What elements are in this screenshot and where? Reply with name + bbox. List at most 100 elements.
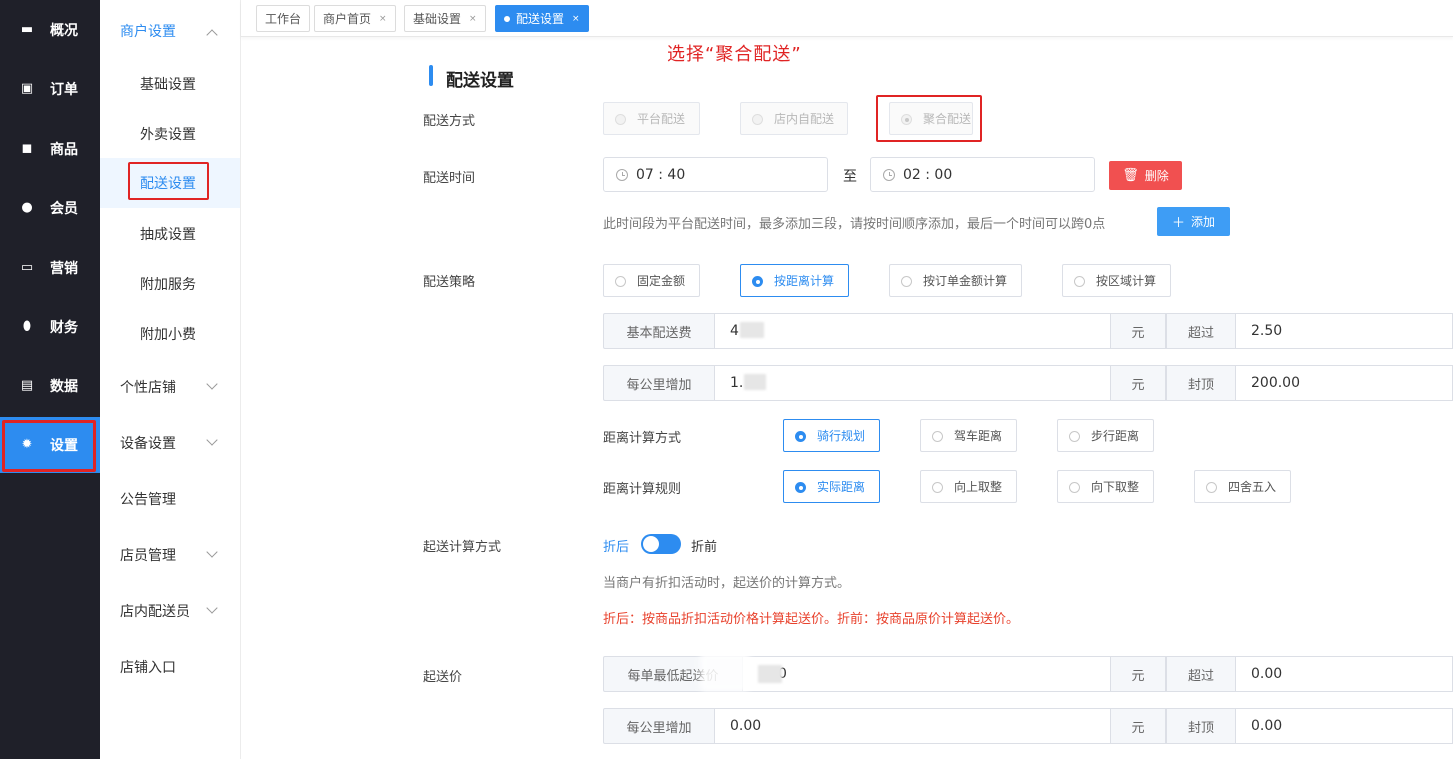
radio-circle bbox=[615, 276, 626, 287]
radio-circle bbox=[1069, 431, 1080, 442]
radio-circle bbox=[932, 431, 943, 442]
submenu-item-label: 附加小费 bbox=[140, 327, 196, 343]
nav-item-marketing[interactable]: ▭ 营销 bbox=[0, 240, 100, 296]
submenu-group-courier[interactable]: 店内配送员 bbox=[100, 583, 240, 639]
radio-by-region[interactable]: 按区域计算 bbox=[1062, 264, 1171, 297]
ticket-icon: ▭ bbox=[20, 260, 34, 275]
submenu-item-extra-service[interactable]: 附加服务 bbox=[100, 259, 240, 309]
clock-icon bbox=[883, 169, 895, 181]
chevron-down-icon bbox=[206, 602, 218, 614]
radio-platform-delivery[interactable]: 平台配送 bbox=[603, 102, 700, 135]
radio-circle bbox=[932, 482, 943, 493]
annotation-highlight-box bbox=[876, 95, 982, 142]
end-time-picker[interactable]: 02 : 00 bbox=[870, 157, 1095, 192]
submenu-item-label: 配送设置 bbox=[140, 176, 196, 192]
strategy-label: 配送策略 bbox=[423, 275, 476, 290]
min-price-over-input[interactable]: 0.00 bbox=[1235, 656, 1453, 692]
radio-label: 驾车距离 bbox=[954, 429, 1003, 443]
submenu-group-label: 店内配送员 bbox=[120, 604, 190, 620]
radio-by-distance[interactable]: 按距离计算 bbox=[740, 264, 849, 297]
distance-method-label: 距离计算方式 bbox=[603, 431, 682, 446]
discount-toggle[interactable] bbox=[641, 534, 681, 554]
nav-item-finance[interactable]: ⬮ 财务 bbox=[0, 299, 100, 355]
trash-icon: 🗑 bbox=[1122, 168, 1139, 183]
close-icon[interactable]: × bbox=[379, 14, 387, 24]
per-km-input[interactable]: 1. bbox=[714, 365, 1111, 401]
per-km-cap-input[interactable]: 200.00 bbox=[1235, 365, 1453, 401]
radio-circle bbox=[1069, 482, 1080, 493]
add-time-button[interactable]: ＋ 添加 bbox=[1157, 207, 1230, 236]
radio-label: 向下取整 bbox=[1091, 480, 1140, 494]
radio-circle bbox=[752, 114, 763, 125]
base-fee-input[interactable]: 4 bbox=[714, 313, 1111, 349]
distance-rule-label: 距离计算规则 bbox=[603, 482, 682, 497]
bag-icon: ◼ bbox=[21, 141, 33, 156]
tab-label: 基础设置 bbox=[413, 12, 462, 26]
radio-circle bbox=[752, 276, 763, 287]
submenu-group-store-custom[interactable]: 个性店铺 bbox=[100, 359, 240, 415]
base-fee-over-value: 2.50 bbox=[1251, 323, 1283, 339]
submenu-item-notice[interactable]: 公告管理 bbox=[100, 471, 240, 527]
submenu-item-store-entry[interactable]: 店铺入口 bbox=[100, 639, 240, 695]
radio-self-delivery[interactable]: 店内自配送 bbox=[740, 102, 848, 135]
radio-circle bbox=[901, 276, 912, 287]
min-price-input[interactable]: 0 bbox=[742, 656, 1111, 692]
section-title: 配送设置 bbox=[446, 71, 514, 91]
nav-item-label: 订单 bbox=[50, 82, 78, 98]
submenu-group-staff[interactable]: 店员管理 bbox=[100, 527, 240, 583]
submenu-item-commission[interactable]: 抽成设置 bbox=[100, 209, 240, 259]
submenu-group-device[interactable]: 设备设置 bbox=[100, 415, 240, 471]
radio-walking-distance[interactable]: 步行距离 bbox=[1057, 419, 1154, 452]
order-icon: ▣ bbox=[20, 81, 34, 96]
min-price-over-label: 超过 bbox=[1166, 656, 1236, 692]
submenu-item-extra-tip[interactable]: 附加小费 bbox=[100, 309, 240, 359]
radio-actual-distance[interactable]: 实际距离 bbox=[783, 470, 880, 503]
base-fee-prefix: 基本配送费 bbox=[603, 313, 715, 349]
nav-item-settings[interactable]: ✹ 设置 bbox=[0, 417, 100, 473]
submenu-item-basic[interactable]: 基础设置 bbox=[100, 59, 240, 109]
nav-item-overview[interactable]: ▬ 概况 bbox=[0, 2, 100, 58]
base-fee-value: 4 bbox=[730, 323, 739, 339]
submenu-item-label: 抽成设置 bbox=[140, 227, 196, 243]
base-fee-over-input[interactable]: 2.50 bbox=[1235, 313, 1453, 349]
close-icon[interactable]: × bbox=[469, 14, 477, 24]
tab-workbench[interactable]: 工作台 bbox=[256, 5, 311, 32]
nav-item-orders[interactable]: ▣ 订单 bbox=[0, 61, 100, 117]
submenu-item-delivery[interactable]: 配送设置 bbox=[100, 158, 240, 208]
switch-left-label: 折后 bbox=[603, 540, 630, 555]
start-time-picker[interactable]: 07 : 40 bbox=[603, 157, 828, 192]
plus-icon: ＋ bbox=[1171, 216, 1185, 231]
close-icon[interactable]: × bbox=[572, 14, 580, 24]
min-price-label: 起送价 bbox=[423, 670, 463, 685]
radio-driving-distance[interactable]: 驾车距离 bbox=[920, 419, 1017, 452]
radio-fixed-amount[interactable]: 固定金额 bbox=[603, 264, 700, 297]
radio-round-up[interactable]: 向上取整 bbox=[920, 470, 1017, 503]
tab-delivery-settings[interactable]: 配送设置 × bbox=[495, 5, 589, 32]
tab-basic-settings[interactable]: 基础设置 × bbox=[404, 5, 486, 32]
active-dot-icon bbox=[504, 15, 510, 22]
submenu-group-label: 店铺入口 bbox=[120, 660, 176, 676]
radio-label: 向上取整 bbox=[954, 480, 1003, 494]
submenu-group-label: 商户设置 bbox=[120, 24, 176, 40]
nav-item-products[interactable]: ◼ 商品 bbox=[0, 121, 100, 177]
radio-by-order-amount[interactable]: 按订单金额计算 bbox=[889, 264, 1022, 297]
min-order-calc-label: 起送计算方式 bbox=[423, 540, 502, 555]
delivery-time-label: 配送时间 bbox=[423, 171, 476, 186]
radio-label: 实际距离 bbox=[817, 480, 866, 494]
money-bag-icon: ⬮ bbox=[22, 319, 32, 334]
submenu-group-merchant[interactable]: 商户设置 bbox=[100, 3, 240, 59]
blurred-mask bbox=[740, 322, 764, 338]
min-price-cap-input[interactable]: 0.00 bbox=[1235, 708, 1453, 744]
radio-label: 四舍五入 bbox=[1228, 480, 1277, 494]
radio-round-down[interactable]: 向下取整 bbox=[1057, 470, 1154, 503]
nav-item-label: 设置 bbox=[50, 438, 78, 454]
radio-round-half[interactable]: 四舍五入 bbox=[1194, 470, 1291, 503]
radio-cycling-route[interactable]: 骑行规划 bbox=[783, 419, 880, 452]
min-price-per-km-input[interactable]: 0.00 bbox=[714, 708, 1111, 744]
submenu-item-takeout[interactable]: 外卖设置 bbox=[100, 109, 240, 159]
nav-item-members[interactable]: ● 会员 bbox=[0, 180, 100, 236]
delete-time-button[interactable]: 🗑 删除 bbox=[1109, 161, 1182, 190]
tab-merchant-home[interactable]: 商户首页 × bbox=[314, 5, 396, 32]
nav-item-data[interactable]: ▤ 数据 bbox=[0, 358, 100, 414]
submenu-item-label: 外卖设置 bbox=[140, 127, 196, 143]
